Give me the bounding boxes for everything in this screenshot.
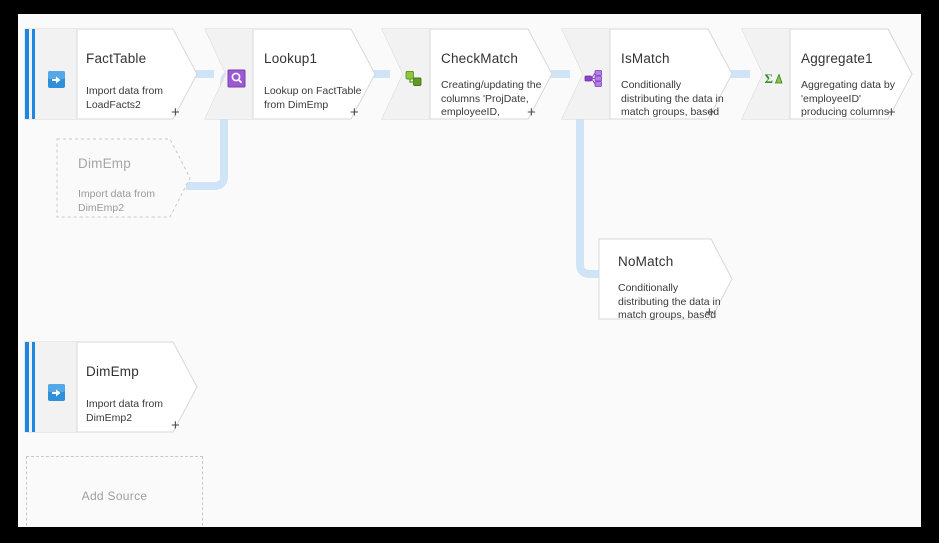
add-next-step-button[interactable]: + (350, 105, 359, 120)
node-nomatch[interactable]: NoMatch Conditionally distributing the d… (598, 238, 733, 321)
node-title: DimEmp (86, 364, 139, 379)
node-title: NoMatch (618, 254, 674, 269)
import-source-icon (47, 383, 66, 402)
import-source-icon (47, 70, 66, 89)
add-next-step-button[interactable]: + (527, 105, 536, 120)
aggregate-sigma-icon: Σ (764, 69, 783, 88)
node-description: Import data from LoadFacts2 (86, 85, 164, 111)
node-ismatch[interactable]: IsMatch Conditionally distributing the d… (561, 28, 733, 120)
data-flow-canvas[interactable]: FactTable Import data from LoadFacts2 + … (18, 14, 921, 527)
node-description: Creating/updating the columns 'ProjDate,… (441, 79, 542, 118)
add-next-step-button[interactable]: + (171, 418, 180, 433)
add-next-step-button[interactable]: + (705, 305, 714, 320)
add-next-step-button[interactable]: + (887, 105, 896, 120)
derived-column-icon (404, 69, 423, 88)
node-description: Conditionally distributing the data in m… (621, 79, 724, 118)
node-dimemp-source[interactable]: DimEmp Import data from DimEmp2 + (23, 341, 198, 433)
node-description: Lookup on FactTable from DimEmp (264, 85, 362, 111)
add-next-step-button[interactable]: + (171, 105, 180, 120)
node-lookup1[interactable]: Lookup1 Lookup on FactTable from DimEmp … (204, 28, 376, 120)
node-facttable[interactable]: FactTable Import data from LoadFacts2 + (23, 28, 198, 120)
add-next-step-button[interactable]: + (707, 105, 716, 120)
window-frame: FactTable Import data from LoadFacts2 + … (0, 0, 939, 543)
lookup-magnifier-icon (227, 69, 246, 88)
node-title: IsMatch (621, 51, 670, 66)
add-source-button[interactable]: Add Source (26, 456, 203, 527)
node-description: Aggregating data by 'employeeID' produci… (801, 79, 895, 118)
node-title: FactTable (86, 51, 147, 66)
node-description: Import data from DimEmp2 (86, 398, 164, 424)
node-dimemp-reference[interactable]: DimEmp Import data from DimEmp2 (56, 138, 191, 218)
node-checkmatch[interactable]: CheckMatch Creating/updating the columns… (381, 28, 553, 120)
node-title: Lookup1 (264, 51, 318, 66)
connector-ismatch-to-nomatch (576, 106, 600, 278)
node-title: CheckMatch (441, 51, 519, 66)
node-description: Conditionally distributing the data in m… (618, 282, 721, 321)
node-title: Aggregate1 (801, 51, 873, 66)
node-description: Import data from DimEmp2 (78, 188, 156, 214)
svg-text:Σ: Σ (765, 71, 774, 86)
conditional-split-icon (584, 69, 603, 88)
add-source-label: Add Source (81, 489, 148, 503)
node-title: DimEmp (78, 156, 131, 171)
node-aggregate1[interactable]: Σ Aggregate1 Aggregating data by 'employ… (741, 28, 913, 120)
